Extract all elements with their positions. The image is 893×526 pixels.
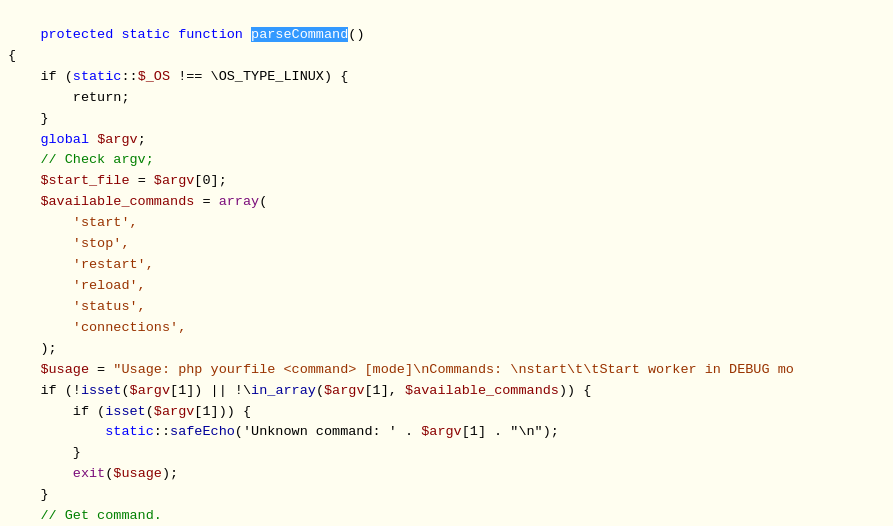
code-line: { (8, 46, 893, 67)
code-line: if (static::$_OS !== \OS_TYPE_LINUX) { (8, 67, 893, 88)
code-line: exit($usage); (8, 464, 893, 485)
code-line: 'reload', (8, 276, 893, 297)
code-line: 'restart', (8, 255, 893, 276)
code-line: } (8, 443, 893, 464)
code-line: global $argv; (8, 130, 893, 151)
code-line: protected static function parseCommand() (8, 25, 893, 46)
code-line: $available_commands = array( (8, 192, 893, 213)
code-line: if (!isset($argv[1]) || !\in_array($argv… (8, 381, 893, 402)
code-line: // Check argv; (8, 150, 893, 171)
code-line: return; (8, 88, 893, 109)
code-line: ); (8, 339, 893, 360)
code-line: 'stop', (8, 234, 893, 255)
code-line: $start_file = $argv[0]; (8, 171, 893, 192)
code-line: static::safeEcho('Unknown command: ' . $… (8, 422, 893, 443)
code-line: $usage = "Usage: php yourfile <command> … (8, 360, 893, 381)
code-line: 'start', (8, 213, 893, 234)
code-line: if (isset($argv[1])) { (8, 402, 893, 423)
code-line: } (8, 109, 893, 130)
code-editor: protected static function parseCommand()… (0, 0, 893, 526)
code-line: 'connections', (8, 318, 893, 339)
code-line: } (8, 485, 893, 506)
code-line: 'status', (8, 297, 893, 318)
code-line: // Get command. (8, 506, 893, 526)
